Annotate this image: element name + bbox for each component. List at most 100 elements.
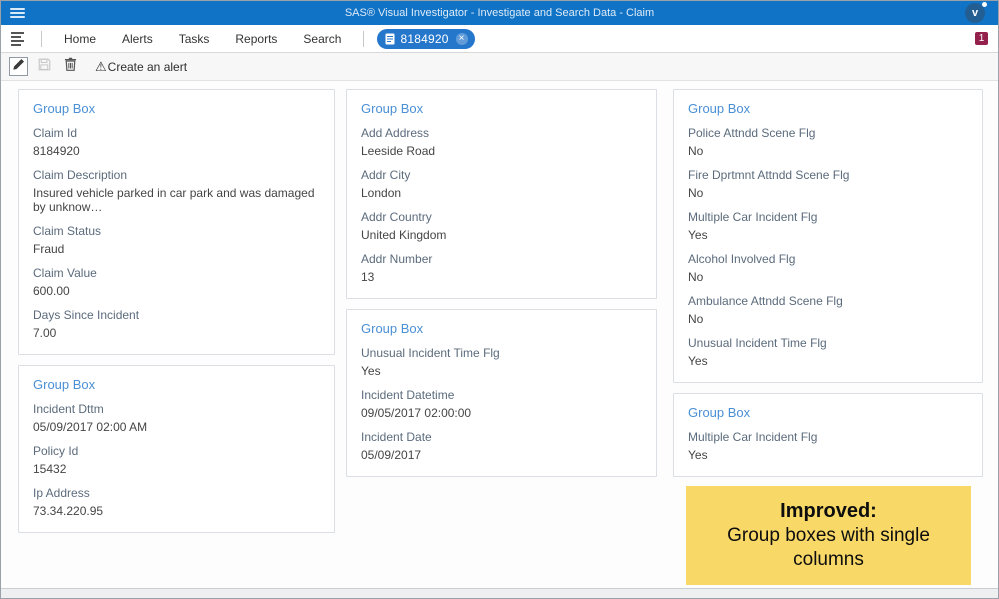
group-box-title: Group Box (33, 377, 320, 392)
create-alert-button[interactable]: ⚠ Create an alert (95, 59, 187, 75)
record-toolbar: ⚠ Create an alert (1, 53, 998, 81)
notification-badge[interactable]: 1 (975, 32, 988, 45)
group-box: Group Box Multiple Car Incident Flg Yes (673, 393, 983, 477)
field: Claim Id 8184920 (33, 126, 320, 158)
application-title: SAS® Visual Investigator - Investigate a… (1, 7, 998, 19)
record-detail-canvas: Improved: Group boxes with single column… (1, 81, 998, 588)
field: Incident Date 05/09/2017 (361, 430, 642, 462)
field-value: No (688, 186, 968, 200)
field: Ip Address 73.34.220.95 (33, 486, 320, 518)
field: Claim Status Fraud (33, 224, 320, 256)
group-box: Group Box Incident Dttm05/09/2017 02:00 A… (18, 365, 335, 533)
field-label: Ambulance Attndd Scene Flg (688, 294, 968, 308)
field-value: United Kingdom (361, 228, 642, 242)
list-icon[interactable] (11, 30, 26, 48)
field-label: Claim Id (33, 126, 320, 140)
field: Multiple Car Incident FlgYes (688, 210, 968, 242)
field: Ambulance Attndd Scene FlgNo (688, 294, 968, 326)
field-label: Alcohol Involved Flg (688, 252, 968, 266)
field-value: 13 (361, 270, 642, 284)
field: Incident Datetime 09/05/2017 02:00:00 (361, 388, 642, 420)
field: Fire Dprtmnt Attndd Scene Flg No (688, 168, 968, 200)
hamburger-menu-icon[interactable] (10, 6, 25, 20)
field: Claim Description Insured vehicle parked … (33, 168, 320, 214)
group-box: Group Box Unusual Incident Time Flg Yes Inc… (346, 309, 657, 477)
close-icon[interactable]: × (456, 33, 468, 45)
field: Police Attndd Scene Flg No (688, 126, 968, 158)
field-value: 05/09/2017 02:00 AM (33, 420, 320, 434)
field-label: Addr City (361, 168, 642, 182)
field-label: Claim Description (33, 168, 320, 182)
field-value: No (688, 144, 968, 158)
field-label: Unusual Incident Time Flg (361, 346, 642, 360)
field-label: Police Attndd Scene Flg (688, 126, 968, 140)
group-box: Group Box Claim Id 8184920 Claim Descriptio… (18, 89, 335, 355)
trash-icon (64, 57, 77, 76)
field-value: 05/09/2017 (361, 448, 642, 462)
field: Add Address Leeside Road (361, 126, 642, 158)
group-box-title: Group Box (361, 101, 642, 116)
field-label: Policy Id (33, 444, 320, 458)
avatar-initial: v (972, 7, 978, 19)
column-2: Group Box Add Address Leeside Road Addr Cit… (346, 89, 657, 487)
field-label: Addr Number (361, 252, 642, 266)
field-label: Addr Country (361, 210, 642, 224)
record-tab-label: 8184920 (400, 32, 448, 46)
field-label: Unusual Incident Time Flg (688, 336, 968, 350)
save-icon (38, 58, 51, 76)
field-value: Yes (688, 448, 968, 462)
field-value: London (361, 186, 642, 200)
nav-item-home[interactable]: Home (64, 32, 96, 46)
field-value: 73.34.220.95 (33, 504, 320, 518)
delete-button[interactable] (61, 57, 80, 76)
field-value: 600.00 (33, 284, 320, 298)
create-alert-label: Create an alert (108, 60, 187, 74)
field-value: 15432 (33, 462, 320, 476)
field: Unusual Incident Time Flg Yes (688, 336, 968, 368)
field-label: Multiple Car Incident Flg (688, 210, 968, 224)
field-label: Ip Address (33, 486, 320, 500)
field-value: 8184920 (33, 144, 320, 158)
field: Alcohol Involved FlgNo (688, 252, 968, 284)
nav-item-tasks[interactable]: Tasks (179, 32, 210, 46)
field-label: Fire Dprtmnt Attndd Scene Flg (688, 168, 968, 182)
field: Days Since Incident7.00 (33, 308, 320, 340)
user-avatar[interactable]: v (965, 3, 985, 23)
avatar-status-dot (982, 2, 987, 7)
field-value: 09/05/2017 02:00:00 (361, 406, 642, 420)
record-tab[interactable]: 8184920 × (377, 29, 474, 49)
annotation-body: Group boxes with single columns (694, 524, 963, 572)
field-label: Incident Date (361, 430, 642, 444)
field-label: Add Address (361, 126, 642, 140)
group-box: Group Box Add Address Leeside Road Addr Cit… (346, 89, 657, 299)
field-value: 7.00 (33, 326, 320, 340)
group-box-title: Group Box (688, 405, 968, 420)
column-3: Group BoxPolice Attndd Scene FlgNoFire D… (673, 89, 983, 487)
field-value: Leeside Road (361, 144, 642, 158)
window-bottom-strip (1, 588, 998, 598)
field: Claim Value 600.00 (33, 266, 320, 298)
navigation-bar: Home Alerts Tasks Reports Search 8184920 × 1 (1, 25, 998, 53)
nav-item-reports[interactable]: Reports (235, 32, 277, 46)
field: Addr Number 13 (361, 252, 642, 284)
field-label: Claim Status (33, 224, 320, 238)
annotation-note: Improved: Group boxes with single column… (686, 486, 971, 585)
field: Policy Id 15432 (33, 444, 320, 476)
field-value: Yes (361, 364, 642, 378)
field-value: Insured vehicle parked in car park and w… (33, 186, 320, 214)
divider (363, 31, 364, 47)
nav-item-alerts[interactable]: Alerts (122, 32, 153, 46)
nav-item-search[interactable]: Search (303, 32, 341, 46)
save-button (35, 57, 54, 76)
field-label: Claim Value (33, 266, 320, 280)
field: Unusual Incident Time Flg Yes (361, 346, 642, 378)
field-value: Yes (688, 354, 968, 368)
group-box-title: Group Box (33, 101, 320, 116)
group-box-title: Group Box (361, 321, 642, 336)
field: Incident Dttm05/09/2017 02:00 AM (33, 402, 320, 434)
field-label: Multiple Car Incident Flg (688, 430, 968, 444)
field-label: Incident Datetime (361, 388, 642, 402)
field-value: Fraud (33, 242, 320, 256)
group-box-title: Group Box (688, 101, 968, 116)
edit-button[interactable] (9, 57, 28, 76)
